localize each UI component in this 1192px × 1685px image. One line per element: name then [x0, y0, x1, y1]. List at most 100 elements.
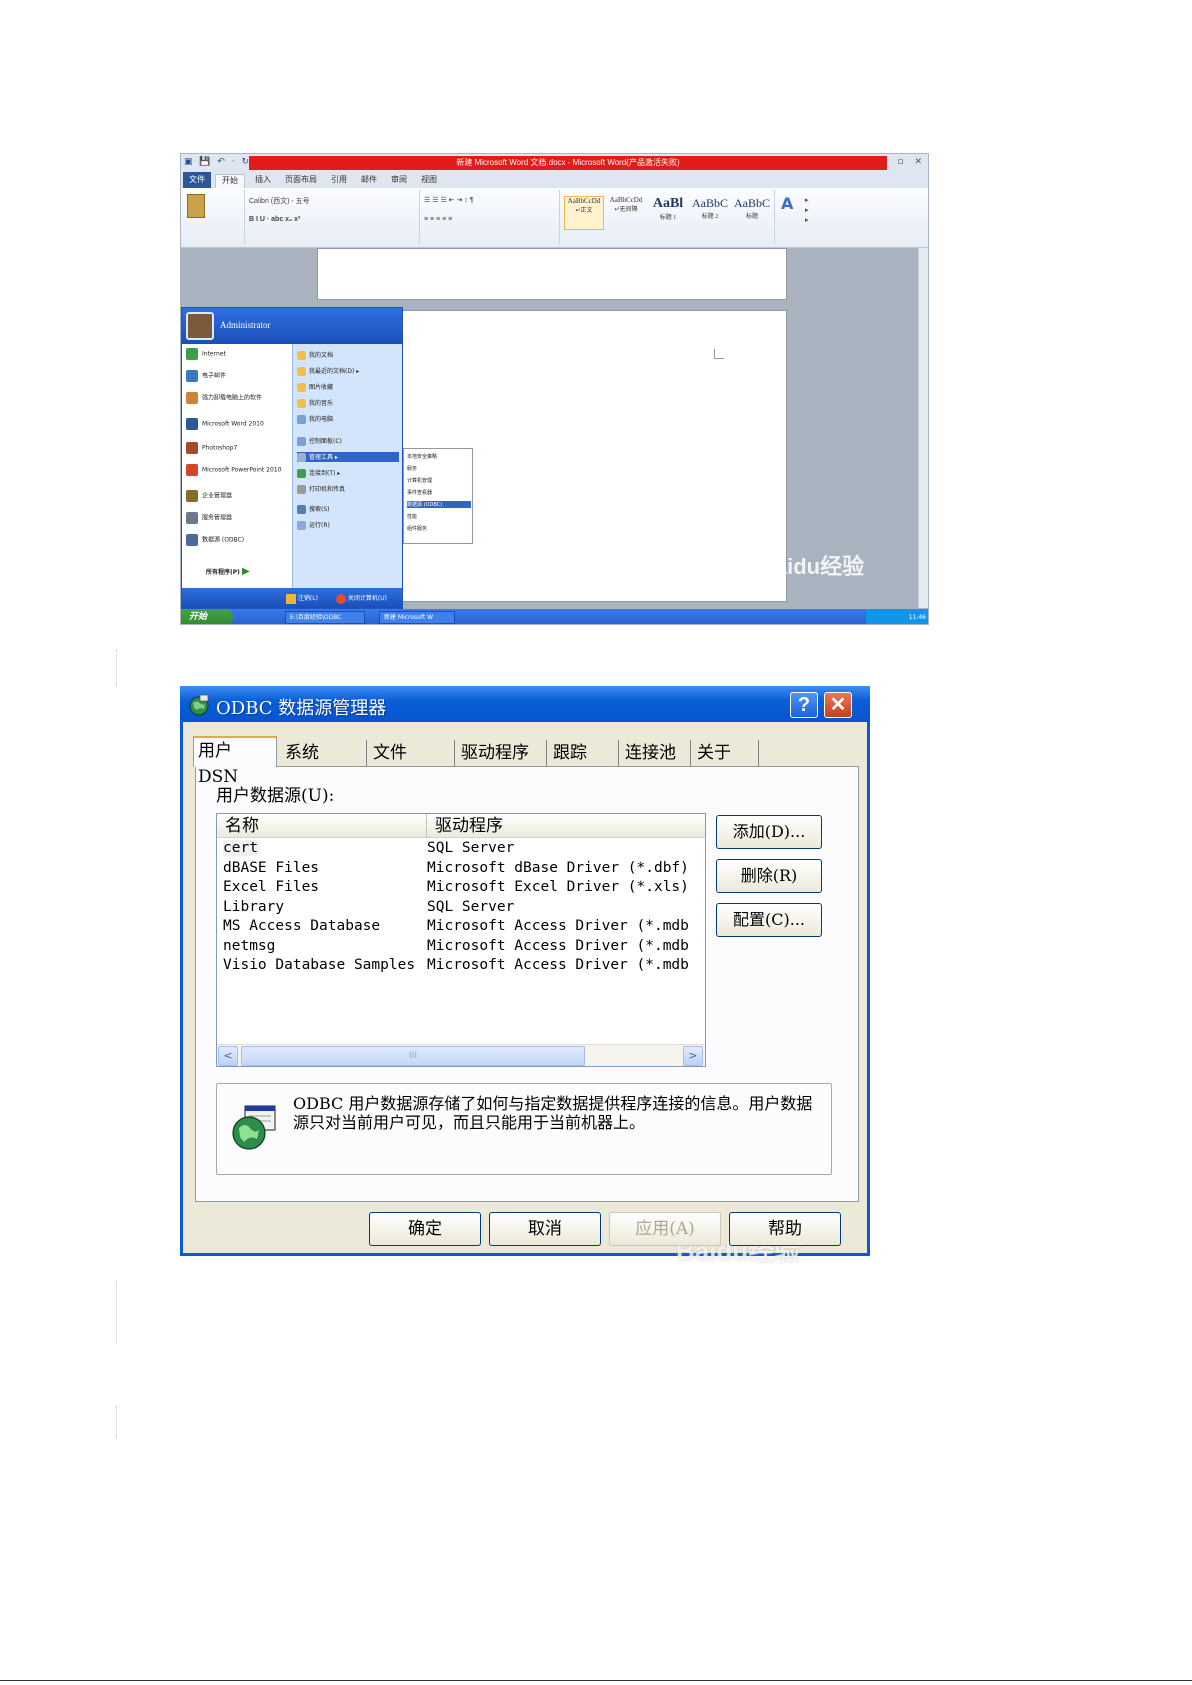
tab-tracing[interactable]: 跟踪: [549, 740, 619, 766]
submenu-computer-management[interactable]: 计算机管理: [407, 477, 432, 484]
submenu-component-services[interactable]: 组件服务: [407, 525, 427, 532]
start-item-odbc[interactable]: 数据源 (ODBC): [186, 534, 244, 550]
column-header-name[interactable]: 名称: [217, 814, 427, 838]
table-row[interactable]: netmsg Microsoft Access Driver (*.mdb: [217, 938, 705, 958]
styles-group: AaBbCcDd ↵正文 AaBbCcDd ↵无间隔 AaBl 标题 1 AaBbC 标…: [560, 190, 775, 244]
ribbon-tab-references[interactable]: 引用: [331, 174, 347, 185]
close-button[interactable]: ✕: [824, 692, 852, 718]
style-normal[interactable]: AaBbCcDd ↵正文: [564, 196, 604, 230]
place-control-panel[interactable]: 控制面板(C): [297, 436, 342, 446]
ribbon: Calibri (西文) - 五号 B I U · abc x₂ x² ☰ ☰ …: [181, 188, 928, 248]
user-avatar: [186, 312, 214, 340]
table-row[interactable]: dBASE Files Microsoft dBase Driver (*.dbf…: [217, 860, 705, 880]
taskbar-item-explorer[interactable]: E:\百度经验\ODBC: [285, 611, 365, 624]
logoff-button[interactable]: 注销(L): [286, 593, 318, 604]
style-title[interactable]: AaBbC 标题: [732, 196, 772, 230]
submenu-performance[interactable]: 性能: [407, 513, 417, 520]
taskbar-item-word[interactable]: 新建 Microsoft W: [379, 611, 455, 624]
remove-button[interactable]: 删除(R): [716, 859, 822, 893]
tab-system-dsn[interactable]: 系统 DSN: [281, 740, 367, 789]
start-menu-programs: Internet 电子邮件 强力卸载电脑上的软件 Microsoft Word …: [182, 344, 292, 588]
style-heading-1[interactable]: AaBl 标题 1: [648, 196, 688, 230]
place-music[interactable]: 我的音乐: [297, 398, 333, 408]
user-dsn-panel: 用户数据源(U): 名称 驱动程序 cert SQL Server dBASE F…: [195, 766, 859, 1266]
help-button[interactable]: 帮助: [729, 1212, 841, 1246]
configure-button[interactable]: 配置(C)...: [716, 903, 822, 937]
start-item-enterprise-manager[interactable]: 企业管理器: [186, 490, 232, 506]
table-row[interactable]: Excel Files Microsoft Excel Driver (*.xls…: [217, 879, 705, 899]
submenu-odbc[interactable]: 数据源 (ODBC): [407, 501, 471, 508]
cancel-button[interactable]: 取消: [489, 1212, 601, 1246]
place-admin-tools[interactable]: 管理工具 ▸: [297, 452, 399, 462]
place-printers[interactable]: 打印机和传真: [297, 484, 345, 494]
ribbon-tab-insert[interactable]: 插入: [255, 174, 271, 185]
column-header-driver[interactable]: 驱动程序: [427, 814, 705, 838]
editing-group: A ▸ ▸ ▸: [775, 190, 925, 244]
tab-drivers[interactable]: 驱动程序: [457, 740, 547, 766]
tab-connection-pooling[interactable]: 连接池: [621, 740, 691, 766]
tab-user-dsn[interactable]: 用户 DSN: [193, 736, 277, 787]
start-item-powerpoint[interactable]: Microsoft PowerPoint 2010: [186, 464, 281, 480]
start-item-internet[interactable]: Internet: [186, 348, 226, 364]
place-pictures[interactable]: 图片收藏: [297, 382, 333, 392]
tab-about[interactable]: 关于: [693, 740, 759, 766]
ribbon-tab-mailings[interactable]: 邮件: [361, 174, 377, 185]
style-no-spacing[interactable]: AaBbCcDd ↵无间隔: [606, 196, 646, 230]
start-item-photoshop[interactable]: Photoshop7: [186, 442, 237, 458]
font-name-box[interactable]: Calibri (西文) - 五号: [249, 196, 310, 206]
start-item-uninstaller[interactable]: 强力卸载电脑上的软件: [186, 392, 262, 408]
add-button[interactable]: 添加(D)...: [716, 815, 822, 849]
table-row[interactable]: Library SQL Server: [217, 899, 705, 919]
ribbon-tab-view[interactable]: 视图: [421, 174, 437, 185]
paste-icon[interactable]: [187, 194, 205, 218]
place-my-computer[interactable]: 我的电脑: [297, 414, 333, 424]
list-rows: cert SQL Server dBASE Files Microsoft dBas…: [217, 840, 705, 977]
ribbon-tab-layout[interactable]: 页面布局: [285, 174, 317, 185]
horizontal-scrollbar[interactable]: < III >: [217, 1044, 705, 1066]
folder-icon: [297, 351, 306, 360]
all-programs[interactable]: 所有程序(P) ▶: [206, 566, 250, 582]
table-row[interactable]: cert SQL Server: [217, 840, 705, 860]
ribbon-tab-file[interactable]: 文件: [183, 172, 211, 188]
start-button[interactable]: 开始: [181, 609, 233, 624]
place-my-documents[interactable]: 我的文档: [297, 350, 333, 360]
window-controls[interactable]: – ▫ ✕: [882, 157, 926, 167]
place-connect-to[interactable]: 连接到(T) ▸: [297, 468, 340, 478]
dsn-list[interactable]: 名称 驱动程序 cert SQL Server dBASE Files Micros…: [216, 813, 706, 1067]
help-title-button[interactable]: ?: [790, 692, 818, 718]
apply-button[interactable]: 应用(A): [609, 1212, 721, 1246]
dsn-name: Excel Files: [223, 879, 320, 895]
table-row[interactable]: Visio Database Samples Microsoft Access D…: [217, 957, 705, 977]
tab-file-dsn[interactable]: 文件 DSN: [369, 740, 455, 789]
vertical-scrollbar[interactable]: [918, 248, 928, 608]
paragraph-buttons[interactable]: ☰ ☰ ☰ ⇤ ⇥ ↕ ¶: [424, 196, 474, 204]
word-start-menu-screenshot: ▣ 💾 ↶ · ↻ ▾ 新建 Microsoft Word 文档.docx - …: [180, 153, 929, 625]
start-item-word[interactable]: Microsoft Word 2010: [186, 418, 264, 434]
submenu-services[interactable]: 服务: [407, 465, 417, 472]
ribbon-tab-home[interactable]: 开始: [215, 174, 245, 188]
ribbon-tab-review[interactable]: 审阅: [391, 174, 407, 185]
change-styles-icon[interactable]: A: [781, 194, 793, 213]
place-search[interactable]: 搜索(S): [297, 504, 330, 514]
computer-icon: [297, 415, 306, 424]
table-row[interactable]: MS Access Database Microsoft Access Drive…: [217, 918, 705, 938]
place-run[interactable]: 运行(R): [297, 520, 330, 530]
style-heading-2[interactable]: AaBbC 标题 2: [690, 196, 730, 230]
document-page[interactable]: [317, 248, 787, 300]
font-group: Calibri (西文) - 五号 B I U · abc x₂ x²: [245, 190, 420, 244]
scroll-left-button[interactable]: <: [218, 1046, 238, 1066]
shutdown-button[interactable]: 关闭计算机(U): [336, 593, 387, 604]
scroll-right-button[interactable]: >: [683, 1046, 703, 1066]
submenu-event-viewer[interactable]: 事件查看器: [407, 489, 432, 496]
align-buttons[interactable]: ≡ ≡ ≡ ≡ ≡: [424, 216, 452, 223]
printer-icon: [297, 485, 306, 494]
font-format-buttons[interactable]: B I U · abc x₂ x²: [249, 216, 300, 223]
ok-button[interactable]: 确定: [369, 1212, 481, 1246]
scroll-thumb[interactable]: III: [241, 1046, 585, 1066]
start-item-service-manager[interactable]: 服务管理器: [186, 512, 232, 528]
place-recent-documents[interactable]: 我最近的文档(D) ▸: [297, 366, 359, 376]
start-item-email[interactable]: 电子邮件: [186, 370, 226, 386]
network-icon: [297, 469, 306, 478]
find-replace-buttons[interactable]: ▸ ▸ ▸: [805, 196, 809, 226]
submenu-local-security[interactable]: 本地安全策略: [407, 453, 437, 460]
